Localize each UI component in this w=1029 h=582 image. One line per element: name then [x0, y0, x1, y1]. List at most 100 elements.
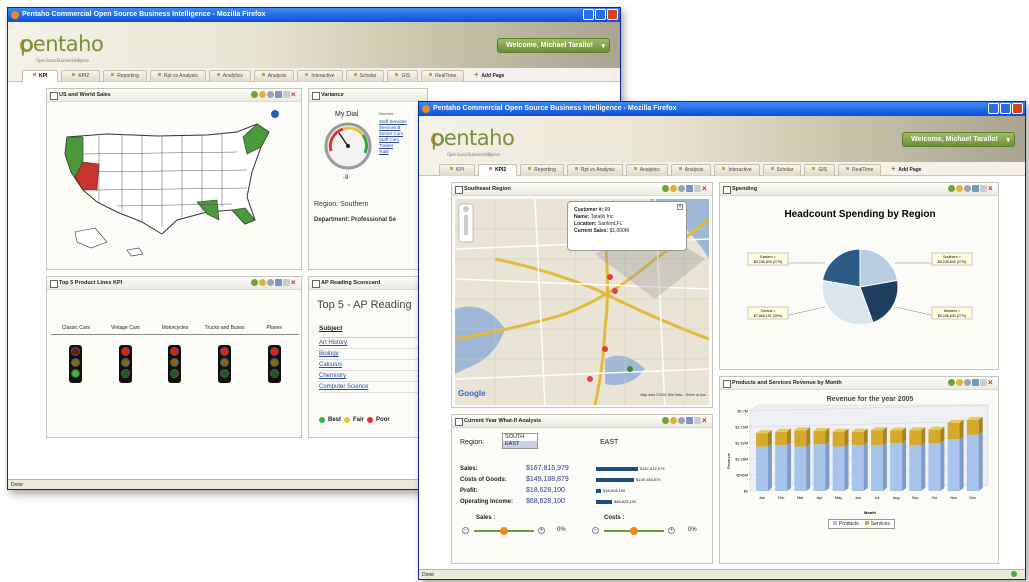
refresh-icon[interactable]	[662, 185, 669, 192]
maximize-icon[interactable]	[694, 417, 701, 424]
settings-icon[interactable]	[678, 417, 685, 424]
maximize-icon[interactable]	[283, 91, 290, 98]
costs-slider-label: Costs :	[604, 515, 625, 521]
welcome-menu[interactable]: Welcome, Michael Tarallo!	[902, 132, 1015, 147]
close-icon[interactable]: ×	[291, 91, 298, 99]
tab-rpt-vs-analysis[interactable]: Rpt vs Analysis	[566, 164, 623, 176]
minimize-icon[interactable]	[972, 379, 979, 386]
minimize-button[interactable]	[583, 9, 594, 20]
maximize-icon[interactable]	[694, 185, 701, 192]
close-button[interactable]	[1012, 103, 1023, 114]
minimize-icon[interactable]	[686, 417, 693, 424]
tab-analysis[interactable]: Analysis	[253, 70, 295, 82]
minimize-icon[interactable]	[972, 185, 979, 192]
tab-gis[interactable]: GIS	[804, 164, 836, 176]
row-label: Operating Income:	[460, 498, 514, 505]
subject-link[interactable]: Art History	[319, 338, 419, 349]
variance-link[interactable]: Total	[379, 149, 407, 155]
minimize-icon[interactable]	[275, 279, 282, 286]
refresh-icon[interactable]	[251, 91, 258, 98]
decrease-icon[interactable]: −	[462, 527, 469, 534]
subject-link[interactable]: Computer Science	[319, 382, 419, 393]
maximize-button[interactable]	[1000, 103, 1011, 114]
slider-thumb[interactable]	[630, 527, 638, 535]
legend-products-label: Products	[839, 521, 859, 527]
revenue-panel: Products and Services Revenue by Month ×…	[719, 376, 999, 564]
tab-reporting[interactable]: Reporting	[103, 70, 147, 82]
close-button[interactable]	[607, 9, 618, 20]
maximize-icon[interactable]	[283, 279, 290, 286]
x-tick-label: Apr	[816, 496, 823, 500]
pie-label: $5,246,640 (27%)	[938, 314, 967, 318]
maximize-icon[interactable]	[980, 379, 987, 386]
slider-thumb[interactable]	[500, 527, 508, 535]
add-page-tab[interactable]: Add Page	[884, 164, 928, 176]
region-option[interactable]: EAST	[503, 441, 537, 448]
close-icon[interactable]: ×	[291, 279, 298, 287]
close-icon[interactable]: ×	[988, 185, 995, 193]
tab-kpi[interactable]: KPI	[439, 164, 476, 176]
tab-realtime[interactable]: RealTime	[421, 70, 465, 82]
popup-key: Current Sales:	[574, 228, 609, 234]
tab-scholar[interactable]: Scholar	[345, 70, 385, 82]
subject-header: Subject	[319, 325, 343, 332]
tab-rpt-vs-analysis[interactable]: Rpt vs Analysis	[149, 70, 206, 82]
subject-link[interactable]: Chemistry	[319, 371, 419, 382]
popup-close-icon[interactable]: ×	[677, 204, 683, 210]
settings-icon[interactable]	[678, 185, 685, 192]
tab-interactive[interactable]: Interactive	[714, 164, 760, 176]
tab-scholar[interactable]: Scholar	[762, 164, 802, 176]
settings-icon[interactable]	[267, 279, 274, 286]
refresh-icon[interactable]	[948, 379, 955, 386]
increase-icon[interactable]: +	[538, 527, 545, 534]
edit-icon[interactable]	[259, 279, 266, 286]
southeast-map-panel: Southeast Region × × Customer #: 99 Name…	[451, 182, 713, 408]
edit-icon[interactable]	[956, 379, 963, 386]
subject-link[interactable]: Biology	[319, 349, 419, 360]
edit-icon[interactable]	[259, 91, 266, 98]
minimize-icon[interactable]	[686, 185, 693, 192]
maximize-icon[interactable]	[980, 185, 987, 192]
tab-kpi2[interactable]: KPI2	[61, 70, 101, 82]
refresh-icon[interactable]	[251, 279, 258, 286]
tab-analytics[interactable]: Analytics	[208, 70, 251, 82]
decrease-icon[interactable]: −	[592, 527, 599, 534]
row-label: Profit:	[460, 487, 478, 494]
bar-products	[813, 444, 826, 491]
settings-icon[interactable]	[964, 379, 971, 386]
close-icon[interactable]: ×	[702, 417, 709, 425]
us-map[interactable]	[47, 102, 303, 270]
costs-slider[interactable]: − +	[592, 527, 690, 535]
refresh-icon[interactable]	[948, 185, 955, 192]
welcome-menu[interactable]: Welcome, Michael Tarallo!	[497, 38, 610, 53]
maximize-button[interactable]	[595, 9, 606, 20]
region-listbox[interactable]: SOUTH EAST	[502, 433, 538, 449]
refresh-icon[interactable]	[662, 417, 669, 424]
x-tick-label: Aug	[893, 496, 900, 500]
close-icon[interactable]: ×	[702, 185, 709, 193]
back-title-bar[interactable]: Pentaho Commercial Open Source Business …	[8, 8, 620, 22]
tab-gis[interactable]: GIS	[387, 70, 419, 82]
settings-icon[interactable]	[267, 91, 274, 98]
tab-realtime[interactable]: RealTime	[838, 164, 882, 176]
add-page-tab[interactable]: Add Page	[467, 70, 511, 82]
edit-icon[interactable]	[670, 417, 677, 424]
minimize-button[interactable]	[988, 103, 999, 114]
row-label: Sales:	[460, 465, 478, 472]
close-icon[interactable]: ×	[988, 379, 995, 387]
front-title-bar[interactable]: Pentaho Commercial Open Source Business …	[419, 102, 1025, 116]
pie-label: Western =	[944, 309, 960, 313]
increase-icon[interactable]: +	[668, 527, 675, 534]
tab-interactive[interactable]: Interactive	[297, 70, 343, 82]
minimize-icon[interactable]	[275, 91, 282, 98]
settings-icon[interactable]	[964, 185, 971, 192]
tab-reporting[interactable]: Reporting	[520, 164, 564, 176]
tab-analysis[interactable]: Analysis	[670, 164, 712, 176]
sales-slider[interactable]: − +	[462, 527, 560, 535]
edit-icon[interactable]	[956, 185, 963, 192]
tab-analytics[interactable]: Analytics	[625, 164, 668, 176]
region-option[interactable]: SOUTH	[503, 434, 537, 441]
subject-link[interactable]: Calculus	[319, 360, 419, 371]
edit-icon[interactable]	[670, 185, 677, 192]
popup-key: Location:	[574, 221, 597, 227]
